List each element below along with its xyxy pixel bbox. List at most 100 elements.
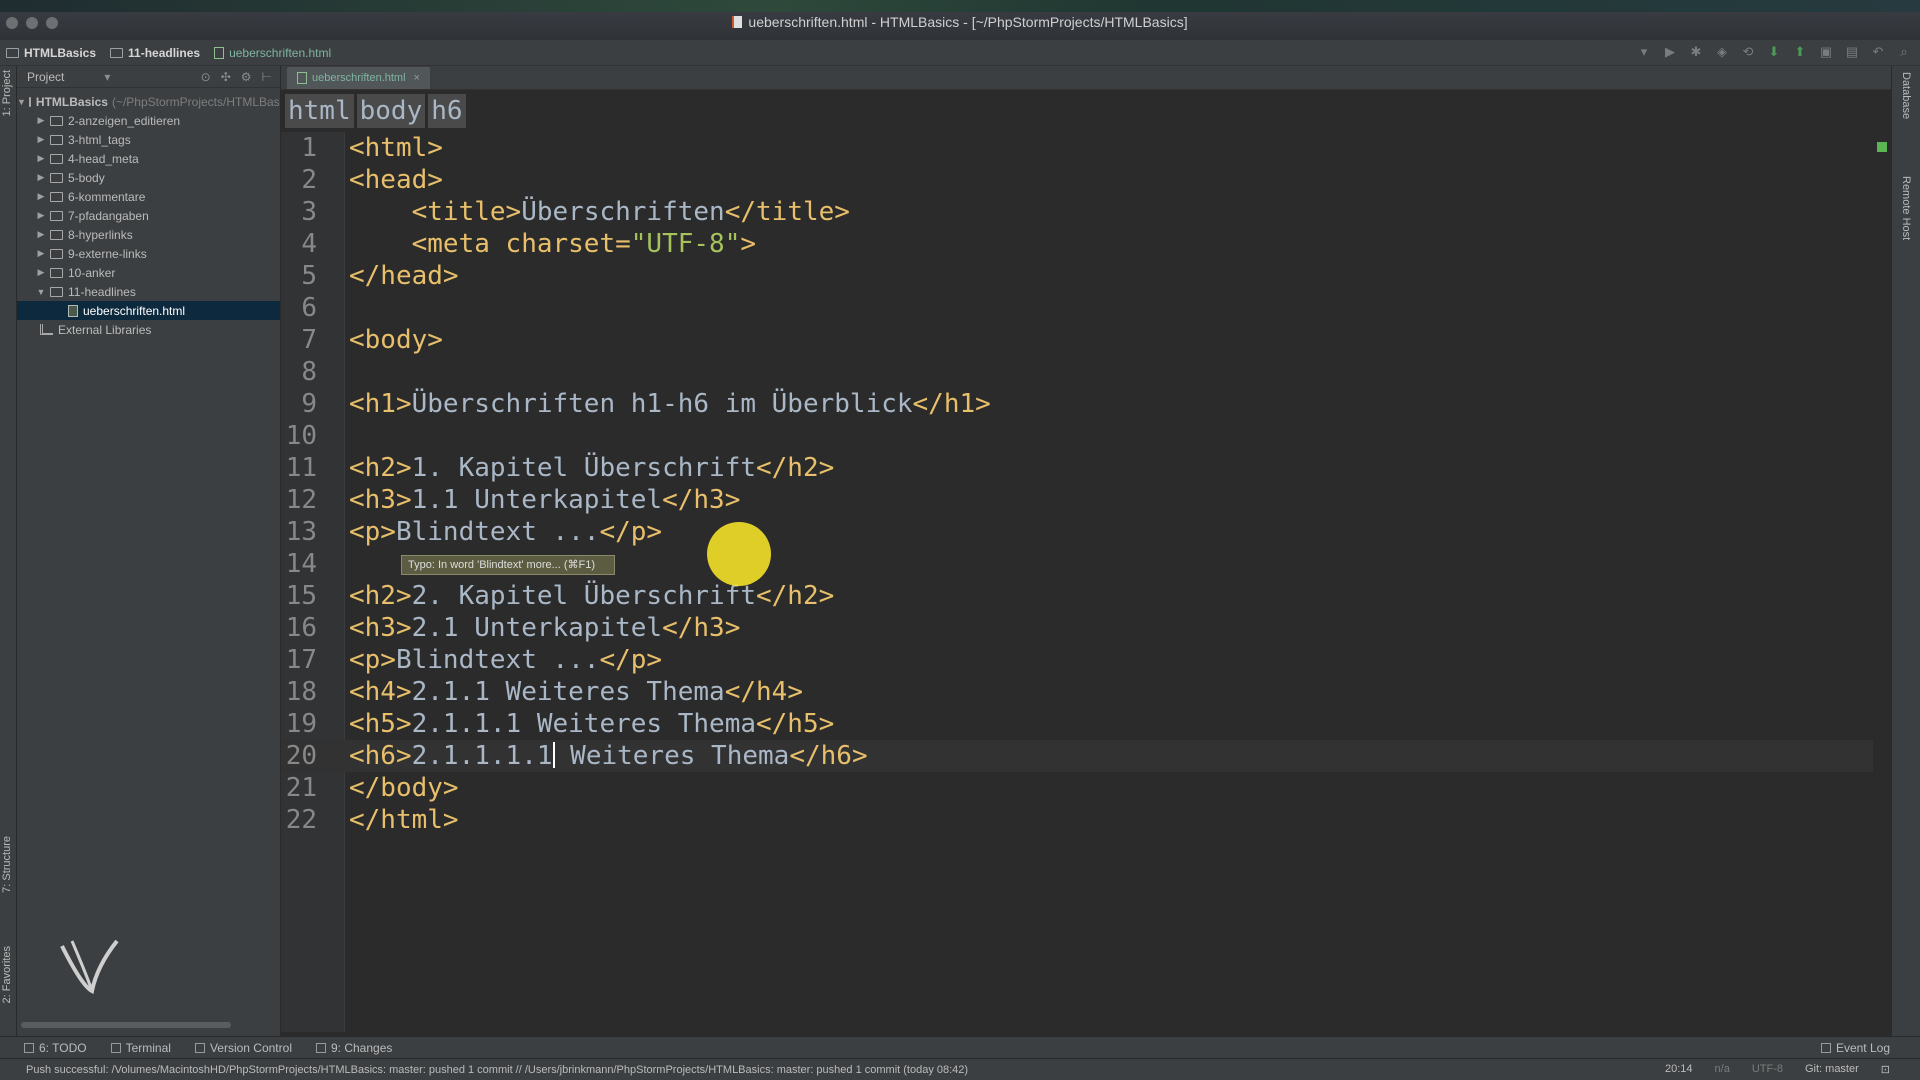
line-separator-status[interactable]: n/a <box>1715 1063 1730 1076</box>
code-line[interactable]: 2 <head> <box>281 164 1891 196</box>
code-line-text: <html> <box>349 133 443 163</box>
collapsed-arrow-icon[interactable]: ▶ <box>35 134 47 145</box>
code-line[interactable]: 6 <box>281 292 1891 324</box>
vcs-update-icon[interactable]: ⟲ <box>1740 44 1756 60</box>
code-line[interactable]: 17 <p>Blindtext ...</p> <box>281 644 1891 676</box>
coverage-icon[interactable]: ◈ <box>1714 44 1730 60</box>
run-config-dropdown-icon[interactable]: ▾ <box>1636 44 1652 60</box>
main-toolbar: ▾ ▶ ✱ ◈ ⟲ ⬇ ⬆ ▣ ▤ ↶ ⌕ <box>1636 44 1912 60</box>
structure-tool-tab[interactable]: 7: Structure <box>1 836 13 893</box>
encoding-status[interactable]: UTF-8 <box>1752 1063 1783 1076</box>
search-icon[interactable]: ⌕ <box>1896 44 1912 60</box>
scroll-from-source-icon[interactable]: ⊙ <box>201 70 211 84</box>
tree-folder[interactable]: ▶ 2-anzeigen_editieren <box>17 111 280 130</box>
project-tool-tab[interactable]: 1: Project <box>1 70 13 116</box>
tree-folder[interactable]: ▶ 8-hyperlinks <box>17 225 280 244</box>
collapsed-arrow-icon[interactable]: ▶ <box>35 191 47 202</box>
breadcrumb-html[interactable]: html <box>285 94 354 128</box>
collapsed-arrow-icon[interactable]: ▶ <box>35 115 47 126</box>
code-line[interactable]: 15 <h2>2. Kapitel Überschrift</h2> <box>281 580 1891 612</box>
line-number: 7 <box>301 325 317 355</box>
nav-crumb-file[interactable]: ueberschriften.html <box>214 46 331 60</box>
breadcrumb-h6[interactable]: h6 <box>428 94 466 128</box>
collapsed-arrow-icon[interactable]: ▶ <box>35 153 47 164</box>
code-line[interactable]: 5 </head> <box>281 260 1891 292</box>
code-line[interactable]: 20 <h6>2.1.1.1.1 Weiteres Thema</h6> <box>281 740 1891 772</box>
editor-tab-ueberschriften[interactable]: ueberschriften.html × <box>287 67 430 89</box>
collapse-all-icon[interactable]: ✣ <box>221 70 231 84</box>
tree-folder[interactable]: ▶ 3-html_tags <box>17 130 280 149</box>
tree-folder-open[interactable]: ▼ 11-headlines <box>17 282 280 301</box>
favorites-tool-tab[interactable]: 2: Favorites <box>1 946 13 1003</box>
status-message[interactable]: Push successful: /Volumes/MacintoshHD/Ph… <box>26 1064 968 1076</box>
chevron-down-icon[interactable]: ▾ <box>104 70 110 84</box>
remote-host-tool-tab[interactable]: Remote Host <box>1900 176 1912 240</box>
revert-icon[interactable]: ↶ <box>1870 44 1886 60</box>
editor-vertical-scrollbar[interactable] <box>1873 132 1891 1032</box>
tree-folder[interactable]: ▶ 9-externe-links <box>17 244 280 263</box>
code-line[interactable]: 18 <h4>2.1.1 Weiteres Thema</h4> <box>281 676 1891 708</box>
hide-panel-icon[interactable]: ⊢ <box>262 70 272 84</box>
version-control-tool-button[interactable]: Version Control <box>194 1041 292 1055</box>
project-panel: Project ▾ ⊙ ✣ ⚙ ⊢ ▼ HTMLBasics (~/PhpSto… <box>17 66 281 1036</box>
tree-external-libraries[interactable]: External Libraries <box>17 320 280 339</box>
code-line[interactable]: 9 <h1>Überschriften h1-h6 im Überblick</h… <box>281 388 1891 420</box>
vcs-compare-icon[interactable]: ▣ <box>1818 44 1834 60</box>
tree-folder[interactable]: ▶ 7-pfadangaben <box>17 206 280 225</box>
tree-folder[interactable]: ▶ 4-head_meta <box>17 149 280 168</box>
event-log-button[interactable]: Event Log <box>1820 1041 1890 1055</box>
code-area[interactable]: 1 <html> 2 <head> 3 <title>Überschriften</ti… <box>281 132 1891 836</box>
vcs-pull-icon[interactable]: ⬇ <box>1766 44 1782 60</box>
tree-folder[interactable]: ▶ 5-body <box>17 168 280 187</box>
code-line[interactable]: 3 <title>Überschriften</title> <box>281 196 1891 228</box>
terminal-tool-button[interactable]: Terminal <box>110 1041 171 1055</box>
code-line-text: <h5>2.1.1.1 Weiteres Thema</h5> <box>349 709 835 739</box>
todo-tool-button[interactable]: 6: TODO <box>24 1041 87 1055</box>
spellcheck-tooltip[interactable]: Typo: In word 'Blindtext' more... (⌘F1) <box>401 555 615 575</box>
code-line[interactable]: 11 <h2>1. Kapitel Überschrift</h2> <box>281 452 1891 484</box>
breadcrumb-body[interactable]: body <box>356 94 426 128</box>
nav-crumb-project[interactable]: HTMLBasics <box>6 46 96 60</box>
collapsed-arrow-icon[interactable]: ▶ <box>35 248 47 259</box>
inspection-ok-icon[interactable] <box>1877 142 1887 152</box>
tree-folder[interactable]: ▶ 10-anker <box>17 263 280 282</box>
tree-horizontal-scrollbar[interactable] <box>21 1022 231 1028</box>
vcs-history-icon[interactable]: ▤ <box>1844 44 1860 60</box>
code-line[interactable]: 7 <body> <box>281 324 1891 356</box>
folder-icon <box>50 248 63 259</box>
expand-arrow-icon[interactable]: ▼ <box>35 287 47 297</box>
tree-file-selected[interactable]: ueberschriften.html <box>17 301 280 320</box>
code-line[interactable]: 12 <h3>1.1 Unterkapitel</h3> <box>281 484 1891 516</box>
debug-icon[interactable]: ✱ <box>1688 44 1704 60</box>
close-icon[interactable]: × <box>414 72 420 84</box>
line-number: 15 <box>285 581 317 611</box>
caret-position[interactable]: 20:14 <box>1665 1063 1693 1076</box>
project-view-selector[interactable]: Project <box>27 70 64 84</box>
code-line[interactable]: 16 <h3>2.1 Unterkapitel</h3> <box>281 612 1891 644</box>
run-icon[interactable]: ▶ <box>1662 44 1678 60</box>
vcs-commit-icon[interactable]: ⬆ <box>1792 44 1808 60</box>
code-line[interactable]: 22 </html> <box>281 804 1891 836</box>
collapsed-arrow-icon[interactable]: ▶ <box>35 172 47 183</box>
code-line[interactable]: 10 <box>281 420 1891 452</box>
lock-icon[interactable]: ⊡ <box>1881 1063 1890 1076</box>
collapsed-arrow-icon[interactable]: ▶ <box>35 210 47 221</box>
tree-root[interactable]: ▼ HTMLBasics (~/PhpStormProjects/HTMLBas… <box>17 92 280 111</box>
line-number: 16 <box>285 613 317 643</box>
code-line[interactable]: 13 <p>Blindtext ...</p> <box>281 516 1891 548</box>
collapsed-arrow-icon[interactable]: ▶ <box>35 229 47 240</box>
code-line[interactable]: 21 </body> <box>281 772 1891 804</box>
nav-crumb-folder[interactable]: 11-headlines <box>110 46 200 60</box>
git-branch-status[interactable]: Git: master <box>1805 1063 1859 1076</box>
gear-icon[interactable]: ⚙ <box>241 70 252 84</box>
changes-tool-button[interactable]: 9: Changes <box>315 1041 392 1055</box>
code-line[interactable]: 8 <box>281 356 1891 388</box>
tree-folder[interactable]: ▶ 6-kommentare <box>17 187 280 206</box>
code-line[interactable]: 1 <html> <box>281 132 1891 164</box>
code-line[interactable]: 4 <meta charset="UTF-8"> <box>281 228 1891 260</box>
expand-arrow-icon[interactable]: ▼ <box>17 97 26 107</box>
code-line[interactable]: 19 <h5>2.1.1.1 Weiteres Thema</h5> <box>281 708 1891 740</box>
collapsed-arrow-icon[interactable]: ▶ <box>35 267 47 278</box>
database-tool-tab[interactable]: Database <box>1900 72 1912 119</box>
code-line-text: <meta charset="UTF-8"> <box>411 229 757 259</box>
